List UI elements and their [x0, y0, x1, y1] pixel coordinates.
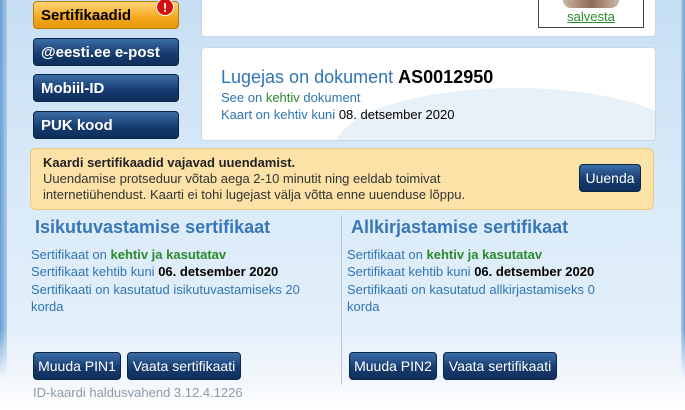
sign-expiry-date: 06. detsember 2020 — [474, 264, 595, 279]
nav-email-label: @eesti.ee e-post — [41, 43, 160, 61]
sign-status-value: kehtiv ja kasutatav — [426, 247, 543, 262]
nav-certificates-button[interactable]: Sertifikaadid ! — [33, 0, 179, 29]
alert-icon: ! — [156, 0, 174, 16]
app-version: ID-kaardi haldusvahend 3.12.4.1226 — [33, 385, 243, 400]
auth-cert-usage-unit: korda — [31, 299, 64, 314]
document-status: See on kehtiv dokument — [221, 90, 361, 105]
status-word: kehtiv — [265, 90, 300, 105]
sign-cert-usage-unit: korda — [347, 299, 380, 314]
nav-mobile-id-label: Mobiil-ID — [41, 79, 105, 97]
nav-puk-label: PUK kood — [41, 116, 113, 134]
warning-text: Uuendamise protseduur võtab aega 2-10 mi… — [43, 171, 466, 202]
nav-mobile-id-button[interactable]: Mobiil-ID — [33, 74, 179, 102]
auth-expiry-prefix: Sertifikaat kehtib kuni — [31, 264, 155, 279]
view-sign-cert-button[interactable]: Vaata sertifikaati — [443, 352, 557, 380]
auth-cert-title: Isikutuvastamise sertifikaat — [35, 217, 271, 237]
document-title-prefix: Lugejas on dokument — [221, 67, 394, 87]
document-title: Lugejas on dokument AS0012950 — [221, 67, 493, 88]
sign-status-prefix: Sertifikaat on — [347, 247, 423, 262]
status-prefix: See on — [221, 90, 263, 105]
auth-expiry-date: 06. detsember 2020 — [158, 264, 279, 279]
update-warning: Kaardi sertifikaadid vajavad uuendamist.… — [30, 148, 654, 210]
nav-certificates-label: Sertifikaadid — [41, 6, 132, 24]
photo-box: salvesta — [538, 0, 644, 28]
sign-cert-status: Sertifikaat on kehtiv ja kasutatav — [347, 246, 542, 263]
document-panel: Lugejas on dokument AS0012950 See on keh… — [201, 47, 656, 141]
change-pin2-button[interactable]: Muuda PIN2 — [349, 352, 437, 380]
view-auth-cert-button[interactable]: Vaata sertifikaati — [127, 352, 241, 380]
save-photo-link[interactable]: salvesta — [539, 9, 643, 24]
document-number: AS0012950 — [398, 67, 494, 87]
update-button[interactable]: Uuenda — [579, 164, 641, 192]
sign-cert-title: Allkirjastamise sertifikaat — [351, 217, 569, 237]
change-pin1-button[interactable]: Muuda PIN1 — [33, 352, 121, 380]
validity-date: 08. detsember 2020 — [338, 107, 455, 122]
auth-cert-status: Sertifikaat on kehtiv ja kasutatav — [31, 246, 226, 263]
sign-cert-usage: Sertifikaati on kasutatud allkirjastamis… — [347, 282, 595, 297]
photo-image — [563, 0, 619, 8]
document-validity: Kaart on kehtiv kuni 08. detsember 2020 — [221, 107, 454, 122]
auth-cert-usage: Sertifikaati on kasutatud isikutuvastami… — [31, 282, 300, 297]
warning-title: Kaardi sertifikaadid vajavad uuendamist. — [43, 155, 296, 170]
validity-prefix: Kaart on kehtiv kuni — [221, 107, 336, 122]
auth-cert-expiry: Sertifikaat kehtib kuni 06. detsember 20… — [31, 263, 278, 280]
sign-cert-expiry: Sertifikaat kehtib kuni 06. detsember 20… — [347, 263, 594, 280]
status-suffix: dokument — [303, 90, 361, 105]
auth-status-prefix: Sertifikaat on — [31, 247, 107, 262]
nav-puk-button[interactable]: PUK kood — [33, 111, 179, 139]
section-divider — [341, 215, 342, 385]
nav-email-button[interactable]: @eesti.ee e-post — [33, 38, 179, 66]
sign-expiry-prefix: Sertifikaat kehtib kuni — [347, 264, 471, 279]
auth-status-value: kehtiv ja kasutatav — [110, 247, 227, 262]
